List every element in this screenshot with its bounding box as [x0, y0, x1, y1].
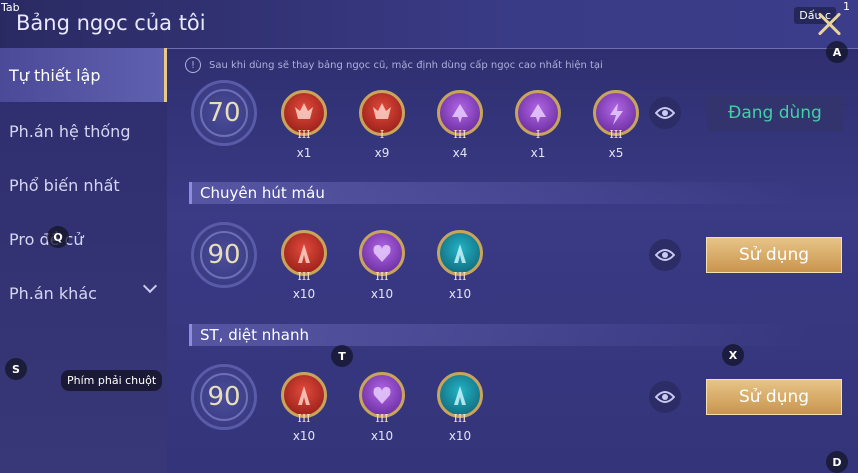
rune-count: x4 — [452, 146, 468, 160]
rune-count: x1 — [530, 146, 546, 160]
sidebar-item-label: Ph.án khác — [9, 283, 97, 303]
rune-tier: III — [297, 412, 311, 425]
rune-level-badge: 70 — [191, 80, 257, 146]
key-hint-t: T — [331, 345, 353, 367]
rune-tier: I — [535, 128, 541, 141]
rune-tier: III — [453, 270, 467, 283]
rune-tier: III — [453, 128, 467, 141]
info-icon: ! — [185, 57, 201, 73]
info-text: Sau khi dùng sẽ thay bảng ngọc cũ, mặc đ… — [209, 59, 603, 71]
chevron-down-icon — [142, 278, 158, 294]
use-button[interactable]: Sử dụng — [706, 379, 842, 415]
rune-count: x10 — [370, 287, 394, 301]
rune-page-list[interactable]: ! Sau khi dùng sẽ thay bảng ngọc cũ, mặc… — [167, 48, 858, 473]
key-hint-q: Q — [47, 226, 69, 248]
right-click-tooltip: Phím phải chuột — [61, 370, 163, 391]
rune-tier: III — [297, 270, 311, 283]
rune-tier: I — [379, 128, 385, 141]
rune-tier: III — [297, 128, 311, 141]
preview-eye-icon[interactable] — [649, 239, 681, 271]
in-use-button[interactable]: Đang dùng — [707, 95, 843, 131]
rune-page-title: ST, diệt nhanh — [189, 324, 809, 346]
close-icon[interactable] — [816, 10, 842, 36]
sidebar-item-custom[interactable]: Tự thiết lập — [0, 48, 167, 102]
sidebar-item-label: Phổ biến nhất — [9, 175, 120, 195]
rune-count: x10 — [448, 287, 472, 301]
rune-level-badge: 90 — [191, 222, 257, 288]
sidebar: Tự thiết lập Ph.án hệ thống Phổ biến nhấ… — [0, 48, 167, 473]
rune-count: x1 — [296, 146, 312, 160]
sidebar-item-other[interactable]: Ph.án khác — [0, 266, 167, 320]
sidebar-item-label: Tự thiết lập — [9, 65, 101, 85]
rune-level-badge: 90 — [191, 364, 257, 430]
sidebar-item-label: Ph.án hệ thống — [9, 121, 131, 141]
key-hint-a: A — [826, 41, 848, 63]
top-bar: Tab Bảng ngọc của tôi Dấu c 1 — [0, 0, 858, 49]
rune-count: x10 — [292, 429, 316, 443]
rune-tier: III — [453, 412, 467, 425]
rune-tier: III — [609, 128, 623, 141]
rune-count: x10 — [292, 287, 316, 301]
use-button[interactable]: Sử dụng — [706, 237, 842, 273]
key-hint-d: D — [826, 451, 848, 473]
rune-page-title: Chuyên hút máu — [189, 182, 809, 204]
rune-tier: III — [375, 412, 389, 425]
sidebar-item-popular[interactable]: Phổ biến nhất — [0, 158, 167, 212]
sidebar-item-pro[interactable]: Pro đề cử — [0, 212, 167, 266]
page-title: Bảng ngọc của tôi — [16, 11, 206, 35]
preview-eye-icon[interactable] — [649, 381, 681, 413]
rune-count: x5 — [608, 146, 624, 160]
rune-count: x9 — [374, 146, 390, 160]
rune-tier: III — [375, 270, 389, 283]
info-notice: ! Sau khi dùng sẽ thay bảng ngọc cũ, mặc… — [185, 56, 603, 74]
sidebar-item-system[interactable]: Ph.án hệ thống — [0, 104, 167, 158]
key-hint-x: X — [722, 344, 744, 366]
rune-count: x10 — [448, 429, 472, 443]
corner-key-hint: 1 — [843, 0, 850, 13]
key-hint-s: S — [5, 358, 27, 380]
preview-eye-icon[interactable] — [649, 97, 681, 129]
rune-count: x10 — [370, 429, 394, 443]
